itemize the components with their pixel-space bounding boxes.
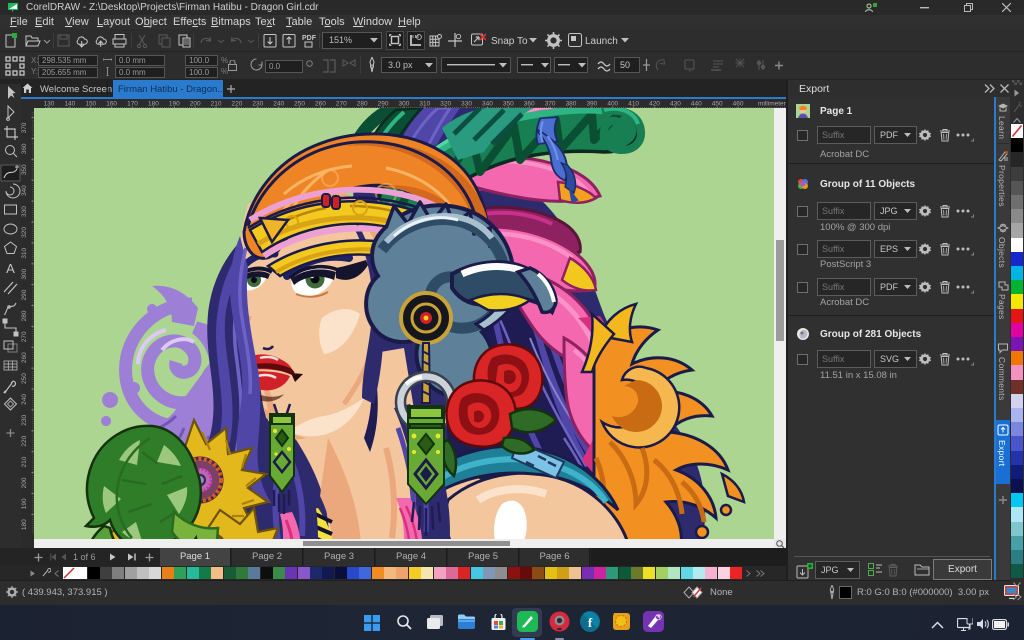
svg-text:190: 190 — [169, 101, 180, 108]
svg-text:250: 250 — [21, 373, 28, 384]
svg-text:PDF: PDF — [302, 35, 317, 42]
svg-text:millimeters: millimeters — [758, 101, 786, 108]
svg-text:320: 320 — [21, 227, 28, 238]
svg-text:240: 240 — [21, 394, 28, 405]
svg-text:360: 360 — [21, 143, 28, 154]
svg-text:290: 290 — [378, 101, 389, 108]
svg-text:460: 460 — [733, 101, 744, 108]
svg-text:300: 300 — [21, 268, 28, 279]
svg-text:330: 330 — [461, 101, 472, 108]
svg-text:210: 210 — [211, 101, 222, 108]
svg-text:220: 220 — [231, 101, 242, 108]
svg-text:180: 180 — [21, 519, 28, 530]
svg-text:260: 260 — [21, 352, 28, 363]
svg-text:f: f — [588, 615, 593, 630]
svg-text:310: 310 — [21, 247, 28, 258]
svg-text:280: 280 — [21, 310, 28, 321]
svg-text:160: 160 — [106, 101, 117, 108]
svg-text:320: 320 — [440, 101, 451, 108]
svg-text:A: A — [6, 261, 15, 276]
svg-text:430: 430 — [670, 101, 681, 108]
svg-text:140: 140 — [64, 101, 75, 108]
svg-text:300: 300 — [399, 101, 410, 108]
svg-text:200: 200 — [190, 101, 201, 108]
svg-text:200: 200 — [21, 477, 28, 488]
svg-text:350: 350 — [21, 164, 28, 175]
svg-text:190: 190 — [21, 498, 28, 509]
svg-text:270: 270 — [21, 331, 28, 342]
svg-text:280: 280 — [357, 101, 368, 108]
svg-text:340: 340 — [482, 101, 493, 108]
svg-text:170: 170 — [127, 101, 138, 108]
svg-text:180: 180 — [148, 101, 159, 108]
svg-text:360: 360 — [524, 101, 535, 108]
svg-text:370: 370 — [545, 101, 556, 108]
svg-text:420: 420 — [649, 101, 660, 108]
svg-text:340: 340 — [21, 185, 28, 196]
svg-text:440: 440 — [691, 101, 702, 108]
svg-text:230: 230 — [21, 415, 28, 426]
svg-text:250: 250 — [294, 101, 305, 108]
svg-text:150: 150 — [85, 101, 96, 108]
svg-text:220: 220 — [21, 435, 28, 446]
svg-text:210: 210 — [21, 456, 28, 467]
svg-text:380: 380 — [566, 101, 577, 108]
svg-text:350: 350 — [503, 101, 514, 108]
svg-text:240: 240 — [273, 101, 284, 108]
svg-text:390: 390 — [586, 101, 597, 108]
svg-text:330: 330 — [21, 206, 28, 217]
svg-text:260: 260 — [315, 101, 326, 108]
svg-text:230: 230 — [252, 101, 263, 108]
svg-text:410: 410 — [628, 101, 639, 108]
svg-text:370: 370 — [21, 122, 28, 133]
svg-text:270: 270 — [336, 101, 347, 108]
svg-text:400: 400 — [607, 101, 618, 108]
svg-text:310: 310 — [419, 101, 430, 108]
svg-text:290: 290 — [21, 289, 28, 300]
svg-text:450: 450 — [712, 101, 723, 108]
svg-text:130: 130 — [44, 101, 55, 108]
